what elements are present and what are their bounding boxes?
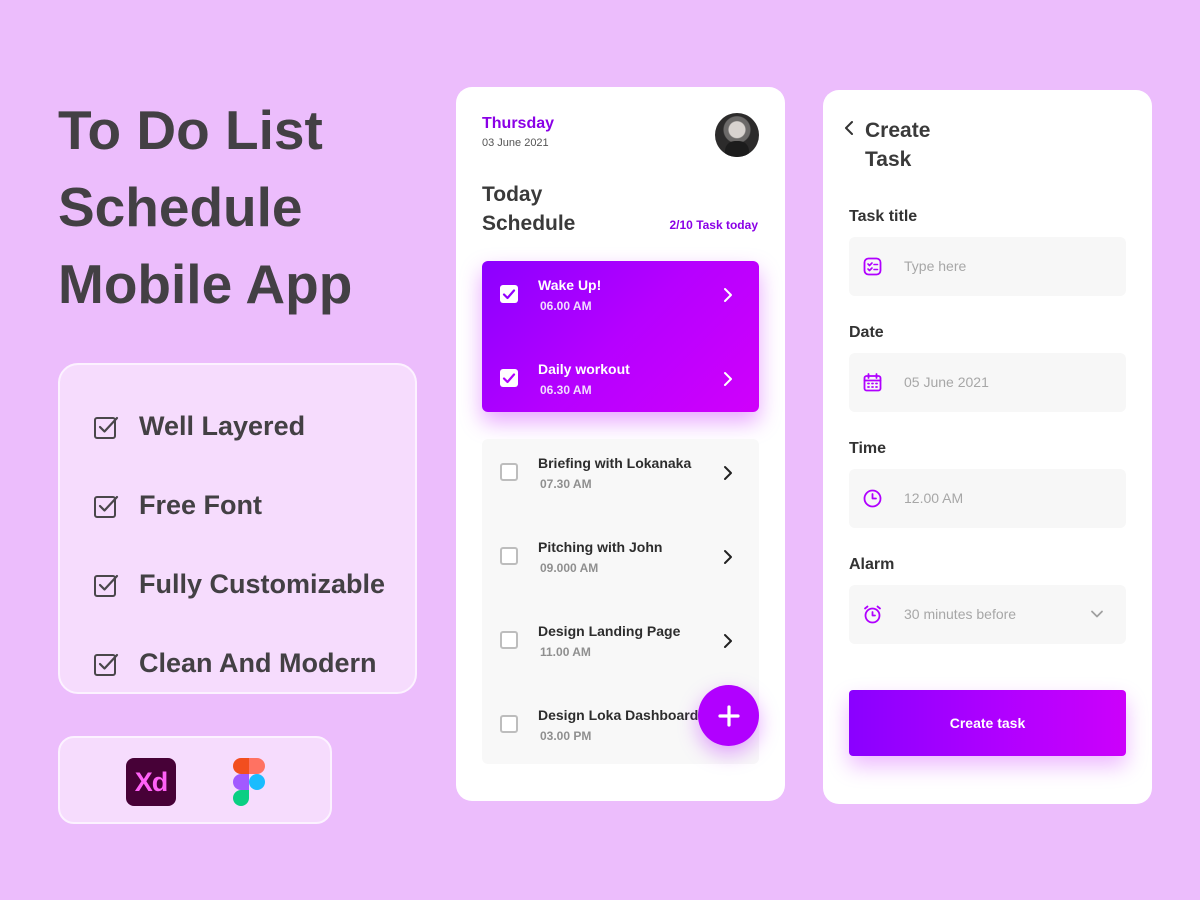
completed-task-list: Wake Up! 06.00 AM Daily workout 06.30 AM [482, 261, 759, 412]
feature-item: Clean And Modern [93, 624, 415, 703]
hero-title-line: To Do List [58, 99, 323, 161]
schedule-screen: Thursday 03 June 2021 Today Schedule 2/1… [456, 87, 785, 801]
page-title-line: Today [482, 183, 543, 206]
task-row[interactable]: Wake Up! 06.00 AM [482, 261, 759, 345]
figma-icon [233, 758, 265, 806]
date-label: Date [849, 324, 884, 341]
alarm-clock-icon [864, 605, 881, 624]
alarm-select[interactable]: 30 minutes before [849, 585, 1126, 644]
hero-title-line: Mobile App [58, 253, 353, 315]
checkbox-icon [94, 653, 119, 676]
chevron-right-icon[interactable] [723, 287, 733, 303]
chevron-right-icon[interactable] [723, 633, 733, 649]
clock-icon [863, 489, 882, 508]
task-time: 06.00 AM [540, 299, 592, 313]
task-title-field[interactable] [849, 237, 1126, 296]
task-name: Daily workout [538, 361, 630, 377]
page-title: Create Task [865, 116, 930, 174]
feature-label: Well Layered [139, 411, 306, 441]
task-row[interactable]: Daily workout 06.30 AM [482, 345, 759, 429]
task-time: 11.00 AM [540, 645, 591, 659]
task-time: 09.000 AM [540, 561, 599, 575]
time-label: Time [849, 440, 887, 457]
chevron-down-icon[interactable] [1090, 609, 1104, 619]
add-task-button[interactable] [698, 685, 759, 746]
checkbox-icon [94, 495, 119, 518]
feature-item: Well Layered [93, 387, 415, 466]
alarm-label: Alarm [849, 556, 895, 573]
feature-label: Fully Customizable [139, 569, 386, 599]
task-count-badge: 2/10 Task today [669, 218, 759, 232]
task-name: Design Loka Dashboard [538, 707, 699, 723]
calendar-icon [863, 373, 882, 392]
feature-item: Fully Customizable [93, 545, 415, 624]
task-time: 06.30 AM [540, 383, 592, 397]
alarm-value: 30 minutes before [904, 606, 1017, 622]
chevron-right-icon[interactable] [723, 549, 733, 565]
task-row[interactable]: Pitching with John 09.000 AM [482, 523, 759, 607]
task-name: Briefing with Lokanaka [538, 455, 692, 471]
page-title-line: Schedule [482, 212, 576, 235]
task-list-icon [863, 257, 882, 276]
page-title: Today Schedule [482, 180, 575, 238]
create-task-button[interactable]: Create task [849, 690, 1126, 756]
page-title-line: Create [865, 119, 931, 142]
checkbox[interactable] [500, 715, 518, 733]
time-value: 12.00 AM [904, 490, 964, 506]
checkbox[interactable] [500, 463, 518, 481]
time-field[interactable]: 12.00 AM [849, 469, 1126, 528]
back-arrow-icon[interactable] [843, 120, 855, 136]
feature-list: Well Layered Free Font Fully Customizabl… [58, 363, 417, 694]
task-name: Design Landing Page [538, 623, 681, 639]
avatar[interactable] [715, 113, 759, 157]
day-name: Thursday [482, 115, 555, 132]
checkbox-icon [94, 574, 119, 597]
feature-label: Clean And Modern [139, 648, 377, 678]
task-name: Pitching with John [538, 539, 663, 555]
hero-title: To Do List Schedule Mobile App [58, 92, 438, 323]
task-name: Wake Up! [538, 277, 602, 293]
checkbox-icon [94, 416, 119, 439]
hero-title-line: Schedule [58, 176, 303, 238]
chevron-right-icon[interactable] [723, 371, 733, 387]
checkbox[interactable] [500, 631, 518, 649]
task-title-input[interactable] [904, 251, 1104, 281]
task-time: 07.30 AM [540, 477, 592, 491]
plus-icon [717, 704, 740, 727]
feature-label: Free Font [139, 490, 263, 520]
page-title-line: Task [865, 148, 912, 171]
current-date: 03 June 2021 [482, 137, 549, 149]
checked-checkbox-icon[interactable] [500, 285, 518, 303]
date-value: 05 June 2021 [904, 374, 989, 390]
feature-item: Free Font [93, 466, 415, 545]
chevron-right-icon[interactable] [723, 465, 733, 481]
tools-panel: Xd [58, 736, 332, 824]
task-row[interactable]: Design Landing Page 11.00 AM [482, 607, 759, 691]
create-task-screen: Create Task Task title Date 05 June 2021… [823, 90, 1152, 804]
checkbox[interactable] [500, 547, 518, 565]
task-time: 03.00 PM [540, 729, 592, 743]
task-row[interactable]: Briefing with Lokanaka 07.30 AM [482, 439, 759, 523]
date-field[interactable]: 05 June 2021 [849, 353, 1126, 412]
task-title-label: Task title [849, 208, 918, 225]
adobe-xd-logo: Xd [126, 758, 176, 806]
checked-checkbox-icon[interactable] [500, 369, 518, 387]
